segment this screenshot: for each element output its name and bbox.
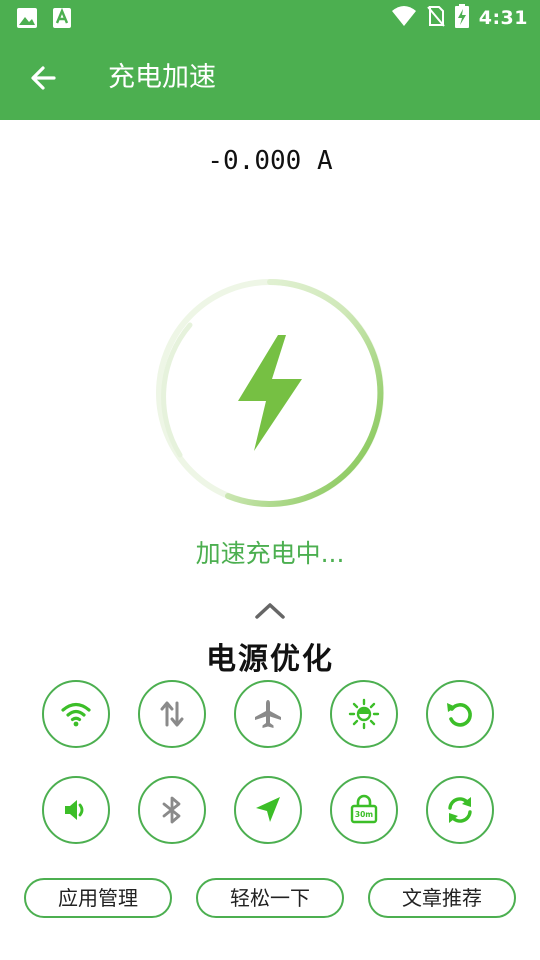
status-bar: 4:31 — [0, 0, 540, 36]
wifi-icon — [391, 5, 417, 31]
section-title: 电源优化 — [206, 642, 334, 677]
relax-button[interactable]: 轻松一下 — [196, 878, 344, 918]
volume-toggle[interactable] — [42, 776, 110, 844]
screen-lock-timeout-toggle[interactable]: 30m — [330, 776, 398, 844]
airplane-icon — [255, 700, 281, 728]
text-a-icon — [52, 7, 72, 33]
wifi-icon — [61, 702, 91, 727]
current-readout: -0.000 A — [207, 146, 333, 176]
back-button[interactable] — [24, 58, 64, 98]
location-icon — [256, 797, 280, 822]
data-sync-toggle[interactable] — [138, 680, 206, 748]
screen-lock-timeout-icon: 30m — [350, 794, 378, 824]
page-title: 充电加速 — [108, 62, 216, 93]
expand-button[interactable] — [254, 600, 286, 622]
chevron-up-icon — [255, 603, 285, 619]
brightness-icon — [348, 698, 380, 730]
bluetooth-icon — [162, 796, 181, 824]
app-bar: 充电加速 — [0, 36, 540, 120]
charge-ring — [150, 275, 390, 515]
sync-toggle[interactable] — [426, 776, 494, 844]
articles-button[interactable]: 文章推荐 — [368, 878, 516, 918]
bluetooth-toggle[interactable] — [138, 776, 206, 844]
auto-rotate-icon — [447, 703, 472, 727]
lightning-bolt-icon — [238, 335, 302, 451]
volume-icon — [65, 800, 84, 820]
charging-status: 加速充电中... — [195, 539, 345, 568]
lock-timeout-label: 30m — [355, 810, 373, 819]
auto-rotate-toggle[interactable] — [426, 680, 494, 748]
image-icon — [16, 7, 38, 33]
status-time: 4:31 — [478, 7, 528, 29]
data-sync-icon — [160, 701, 184, 727]
arrow-left-icon — [31, 66, 56, 90]
wifi-toggle[interactable] — [42, 680, 110, 748]
app-manage-button[interactable]: 应用管理 — [24, 878, 172, 918]
no-sim-icon — [426, 5, 445, 31]
airplane-toggle[interactable] — [234, 680, 302, 748]
battery-charging-icon — [454, 4, 469, 32]
location-toggle[interactable] — [234, 776, 302, 844]
sync-icon — [448, 797, 472, 823]
brightness-toggle[interactable] — [330, 680, 398, 748]
